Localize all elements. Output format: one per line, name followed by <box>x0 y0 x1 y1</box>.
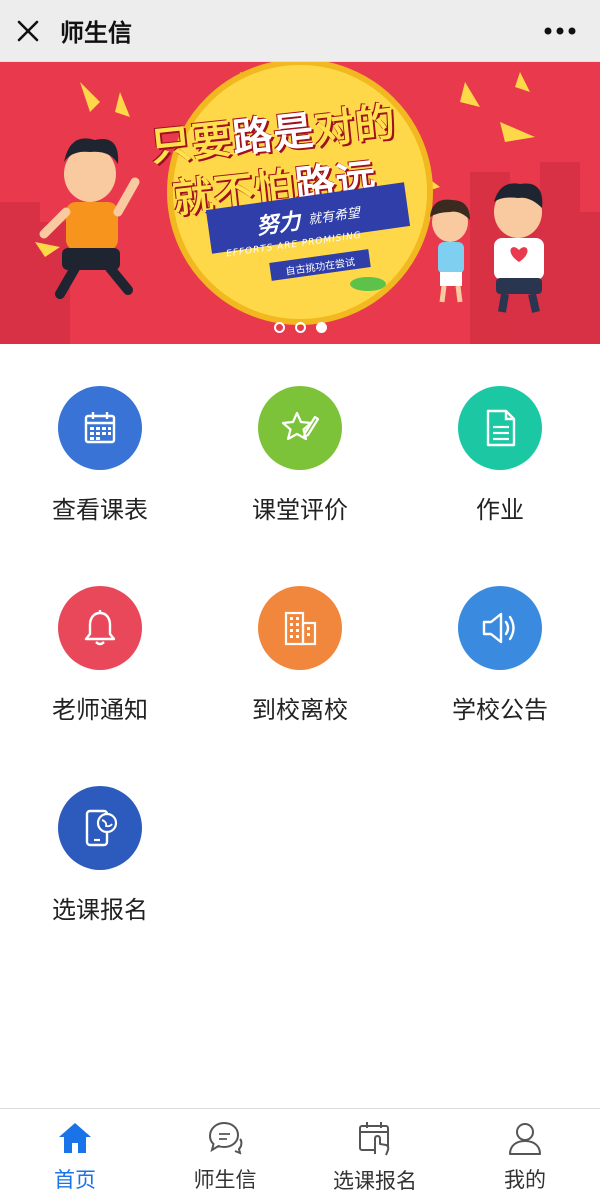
phone-globe-icon <box>58 786 142 870</box>
more-options-button[interactable] <box>540 14 580 48</box>
feature-tile[interactable]: 课堂评价 <box>200 344 400 544</box>
close-button[interactable] <box>0 0 56 62</box>
more-dots-icon <box>544 27 576 35</box>
feature-tile[interactable]: 作业 <box>400 344 600 544</box>
top-bar: 师生信 <box>0 0 600 62</box>
carousel-dot[interactable] <box>315 322 327 333</box>
nav-item-label: 师生信 <box>193 1168 257 1192</box>
carousel-dot[interactable] <box>294 322 306 333</box>
promo-banner[interactable]: 只要路是对的 就不怕路远 努力 就有希望 EFFORTS ARE PROMISI… <box>0 62 600 344</box>
nav-item-home[interactable]: 首页 <box>0 1109 150 1194</box>
feature-tile[interactable]: 老师通知 <box>0 544 200 744</box>
nav-item-label: 首页 <box>54 1168 96 1192</box>
feature-tile-label: 作业 <box>476 496 524 524</box>
feature-tile[interactable]: 到校离校 <box>200 544 400 744</box>
nav-item-user[interactable]: 我的 <box>450 1109 600 1194</box>
feature-tile[interactable]: 选课报名 <box>0 744 200 944</box>
feature-tile-label: 学校公告 <box>452 696 548 724</box>
speaker-icon <box>458 586 542 670</box>
bottom-navigation: 首页 师生信 选课报名 我的 <box>0 1108 600 1194</box>
feature-tile-label: 课堂评价 <box>252 496 348 524</box>
carousel-dots <box>0 322 600 333</box>
feature-tile-label: 老师通知 <box>52 696 148 724</box>
feature-tile-label: 到校离校 <box>252 696 348 724</box>
bell-icon <box>58 586 142 670</box>
document-icon <box>458 386 542 470</box>
calendar-touch-icon <box>356 1119 394 1157</box>
feature-tile-label: 选课报名 <box>52 896 148 924</box>
nav-item-chat-bubbles[interactable]: 师生信 <box>150 1109 300 1194</box>
feature-tile-label: 查看课表 <box>52 496 148 524</box>
carousel-dot[interactable] <box>273 322 285 333</box>
nav-item-label: 选课报名 <box>333 1169 417 1193</box>
star-pencil-icon <box>258 386 342 470</box>
feature-tile[interactable]: 查看课表 <box>0 344 200 544</box>
nav-item-calendar-touch[interactable]: 选课报名 <box>300 1109 450 1194</box>
close-icon <box>17 20 39 41</box>
cartoon-boy-right <box>494 183 544 313</box>
building-icon <box>258 586 342 670</box>
nav-item-label: 我的 <box>504 1168 546 1192</box>
user-icon <box>507 1119 543 1156</box>
feature-tile[interactable]: 学校公告 <box>400 544 600 744</box>
calendar-icon <box>58 386 142 470</box>
chat-bubbles-icon <box>206 1119 244 1156</box>
page-title: 师生信 <box>60 19 132 47</box>
home-icon <box>57 1119 93 1156</box>
